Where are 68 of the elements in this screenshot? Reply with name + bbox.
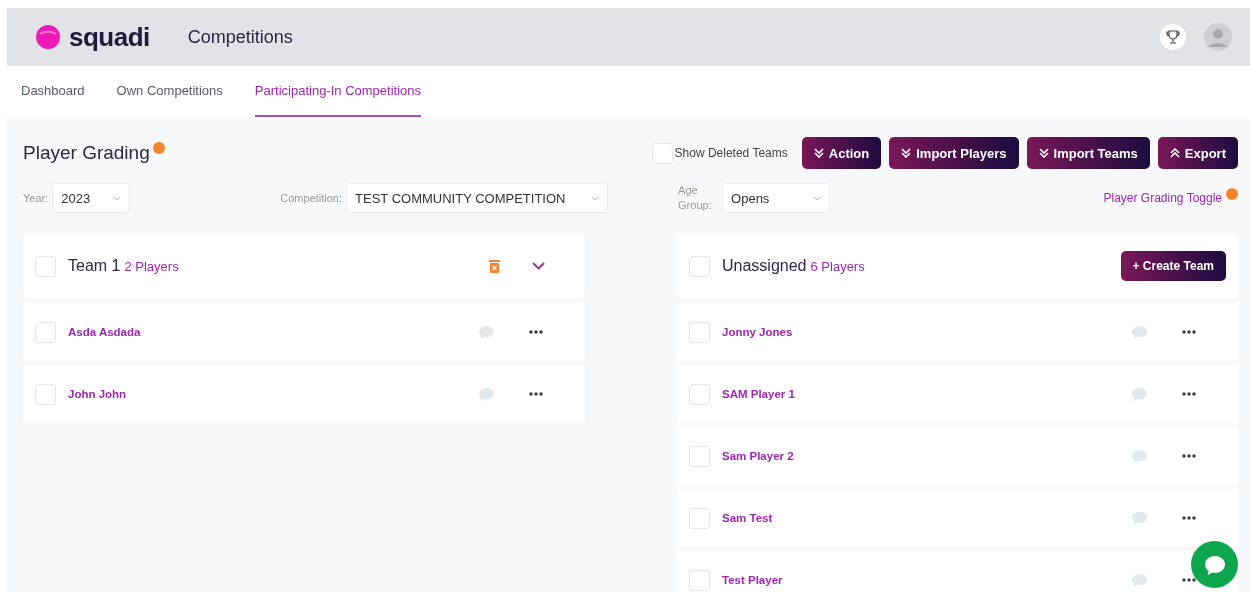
- action-button[interactable]: Action: [801, 137, 882, 169]
- competition-select[interactable]: TEST COMMUNITY COMPETITION: [346, 183, 609, 213]
- more-icon[interactable]: [1182, 578, 1196, 582]
- checkbox[interactable]: [689, 445, 710, 467]
- checkbox[interactable]: [689, 569, 710, 591]
- field-label: Competition:: [280, 192, 343, 204]
- comment-icon[interactable]: [1131, 386, 1148, 402]
- double-chevron-down-icon: [901, 148, 912, 158]
- logo-icon: [35, 24, 61, 50]
- caret-icon: [813, 195, 822, 201]
- comment-icon[interactable]: [1131, 448, 1148, 464]
- comment-icon[interactable]: [478, 386, 495, 402]
- age-group-select[interactable]: Opens: [722, 183, 831, 213]
- create-team-button[interactable]: + Create Team: [1120, 251, 1226, 281]
- nav-tab[interactable]: Own Competitions: [116, 66, 223, 117]
- player-name[interactable]: Jonny Jones: [722, 326, 793, 338]
- double-chevron-down-icon: [813, 148, 824, 158]
- checkbox[interactable]: [689, 321, 710, 343]
- checkbox[interactable]: [35, 321, 56, 343]
- double-chevron-up-icon: [1169, 148, 1180, 158]
- team-name: Team 1: [68, 257, 121, 275]
- chevron-down-icon[interactable]: [532, 262, 545, 270]
- checkbox[interactable]: [651, 142, 673, 164]
- player-name[interactable]: SAM Player 1: [722, 388, 795, 400]
- player-count: 6 Players: [810, 258, 865, 274]
- page-heading: Competitions: [187, 26, 293, 48]
- logo-text: squadi: [69, 21, 150, 53]
- checkbox[interactable]: [689, 383, 710, 405]
- player-count: 2 Players: [124, 258, 179, 274]
- checkbox-label: Show Deleted Teams: [674, 146, 788, 160]
- action-button[interactable]: Import Players: [889, 137, 1019, 169]
- field-label: Year:: [23, 192, 49, 204]
- more-icon[interactable]: [529, 392, 543, 396]
- comment-icon[interactable]: [478, 324, 495, 340]
- section-title: Player Grading: [23, 142, 150, 164]
- help-icon[interactable]: [152, 142, 165, 154]
- player-name[interactable]: Test Player: [722, 574, 783, 586]
- delete-icon[interactable]: [489, 259, 500, 273]
- caret-icon: [113, 195, 122, 201]
- action-button[interactable]: Import Teams: [1026, 137, 1150, 169]
- action-button[interactable]: Export: [1157, 137, 1238, 169]
- caret-icon: [591, 195, 600, 201]
- player-name[interactable]: Sam Test: [722, 512, 773, 524]
- checkbox[interactable]: [689, 255, 710, 277]
- toggle-link[interactable]: Player Grading Toggle: [1103, 191, 1222, 205]
- checkbox[interactable]: [35, 383, 56, 405]
- player-name[interactable]: Sam Player 2: [722, 450, 794, 462]
- avatar-icon[interactable]: [1204, 23, 1232, 51]
- comment-icon[interactable]: [1131, 324, 1148, 340]
- player-name[interactable]: John John: [68, 388, 127, 400]
- more-icon[interactable]: [1182, 516, 1196, 520]
- more-icon[interactable]: [1182, 392, 1196, 396]
- nav-tab[interactable]: Dashboard: [21, 66, 85, 117]
- checkbox[interactable]: [689, 507, 710, 529]
- help-icon[interactable]: [1226, 188, 1238, 200]
- player-name[interactable]: Asda Asdada: [68, 326, 141, 338]
- team-name: Unassigned: [722, 257, 807, 275]
- trophy-icon[interactable]: [1160, 24, 1186, 50]
- checkbox[interactable]: [35, 255, 56, 277]
- chat-icon: [1202, 553, 1227, 576]
- more-icon[interactable]: [1182, 454, 1196, 458]
- more-icon[interactable]: [1182, 330, 1196, 334]
- comment-icon[interactable]: [1131, 510, 1148, 526]
- year-select[interactable]: 2023: [52, 183, 131, 213]
- more-icon[interactable]: [529, 330, 543, 334]
- double-chevron-down-icon: [1038, 148, 1049, 158]
- comment-icon[interactable]: [1131, 572, 1148, 588]
- field-label: Age Group:: [678, 183, 713, 213]
